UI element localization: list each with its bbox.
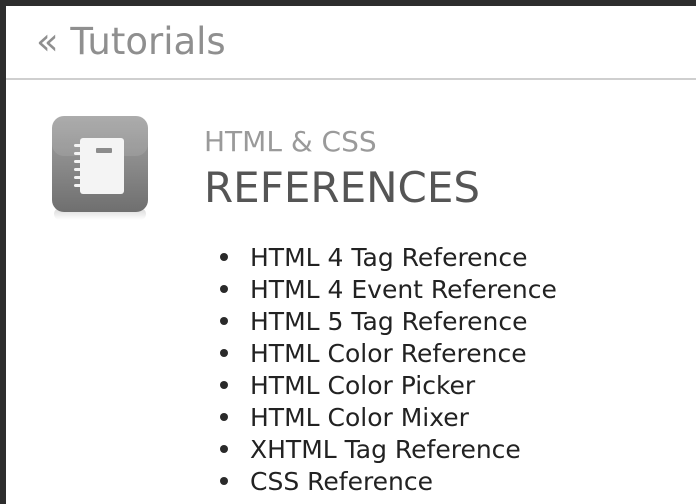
section-subtitle: HTML & CSS — [204, 125, 377, 158]
list-item: HTML Color Picker — [220, 370, 557, 402]
list-item: CSS Reference — [220, 466, 557, 498]
html-color-mixer-link[interactable]: HTML Color Mixer — [250, 403, 469, 432]
list-item: HTML 4 Event Reference — [220, 274, 557, 306]
bullet-icon — [220, 253, 228, 261]
bullet-icon — [220, 477, 228, 485]
css-reference-link[interactable]: CSS Reference — [250, 467, 433, 496]
bullet-icon — [220, 317, 228, 325]
bullet-icon — [220, 349, 228, 357]
notebook-icon — [52, 116, 148, 220]
back-to-tutorials-link[interactable]: « Tutorials — [36, 20, 226, 63]
bullet-icon — [220, 445, 228, 453]
html-color-picker-link[interactable]: HTML Color Picker — [250, 371, 475, 400]
html5-tag-reference-link[interactable]: HTML 5 Tag Reference — [250, 307, 528, 336]
bullet-icon — [220, 285, 228, 293]
list-item: HTML Color Reference — [220, 338, 557, 370]
bullet-icon — [220, 413, 228, 421]
xhtml-tag-reference-link[interactable]: XHTML Tag Reference — [250, 435, 521, 464]
html4-event-reference-link[interactable]: HTML 4 Event Reference — [250, 275, 557, 304]
section-title: REFERENCES — [204, 163, 481, 212]
list-item: HTML 5 Tag Reference — [220, 306, 557, 338]
list-item: HTML Color Mixer — [220, 402, 557, 434]
page-frame: « Tutorials HTML & CSS REFERENCES HTML 4… — [6, 6, 696, 504]
breadcrumb-bar: « Tutorials — [6, 6, 696, 80]
bullet-icon — [220, 381, 228, 389]
html-color-reference-link[interactable]: HTML Color Reference — [250, 339, 527, 368]
list-item: HTML 4 Tag Reference — [220, 242, 557, 274]
list-item: XHTML Tag Reference — [220, 434, 557, 466]
html4-tag-reference-link[interactable]: HTML 4 Tag Reference — [250, 243, 528, 272]
references-list: HTML 4 Tag Reference HTML 4 Event Refere… — [220, 242, 557, 498]
